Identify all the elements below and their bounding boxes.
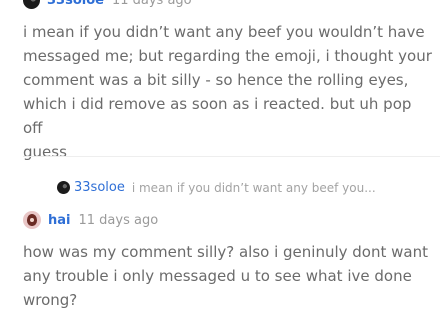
comment-divider [23, 156, 440, 157]
comment-thread: 33soloe 11 days ago i mean if you didn’t… [0, 0, 440, 319]
comment-header: 33soloe 11 days ago [23, 0, 192, 9]
avatar[interactable] [23, 0, 40, 9]
comment-timestamp: 11 days ago [111, 0, 192, 8]
reply-username[interactable]: 33soloe [74, 180, 125, 195]
comment-line: wrong? [23, 291, 78, 309]
comment-line: which i did remove as soon as i reacted.… [23, 95, 412, 137]
comment-line: i mean if you didn’t want any beef you w… [23, 23, 425, 41]
reply-reference[interactable]: 33soloe i mean if you didn’t want any be… [57, 180, 376, 195]
comment-line: comment was a bit silly - so hence the r… [23, 71, 409, 89]
comment-body: i mean if you didn’t want any beef you w… [23, 20, 435, 164]
reply-avatar [57, 181, 70, 194]
comment-line: how was my comment silly? also i geninul… [23, 243, 428, 261]
comment-line: any trouble i only messaged u to see wha… [23, 267, 412, 285]
reply-comment-username[interactable]: hai [48, 213, 70, 228]
reply-snippet: i mean if you didn’t want any beef you..… [131, 180, 376, 195]
comment-line: guess [23, 143, 67, 161]
reply-header: hai 11 days ago [23, 211, 158, 229]
comment-line: messaged me; but regarding the emoji, i … [23, 47, 432, 65]
reply-body: how was my comment silly? also i geninul… [23, 240, 435, 312]
avatar[interactable] [23, 211, 41, 229]
reply-comment-timestamp: 11 days ago [78, 212, 159, 228]
comment-username[interactable]: 33soloe [47, 0, 104, 8]
